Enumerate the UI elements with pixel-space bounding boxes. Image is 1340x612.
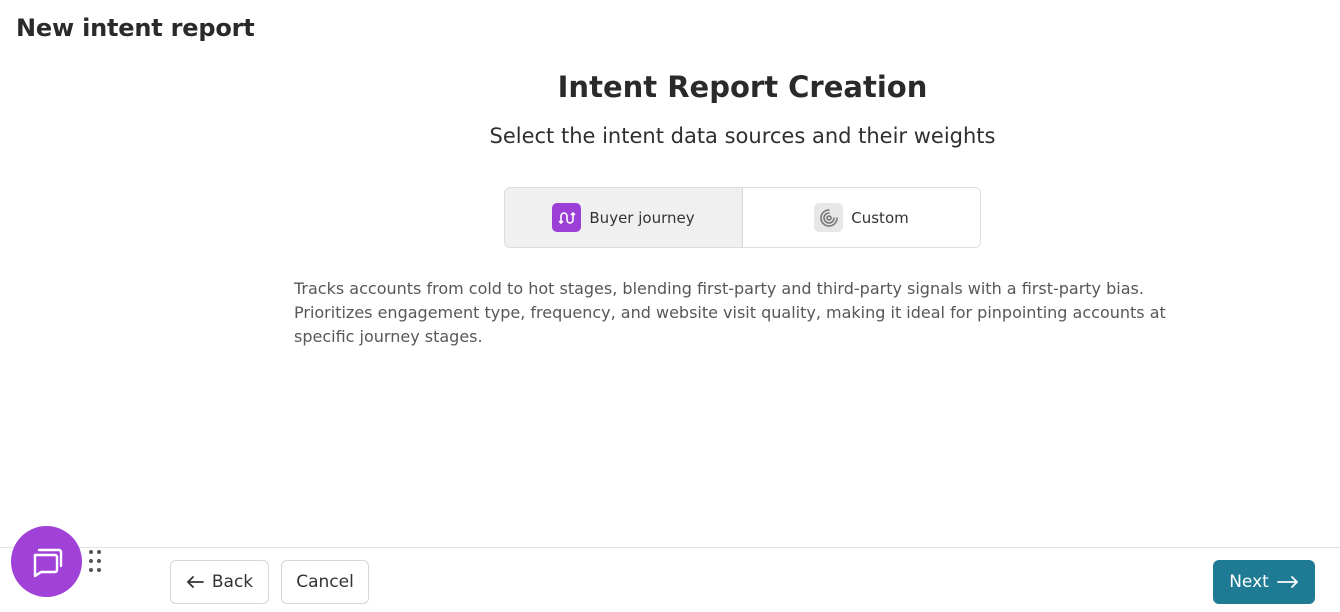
back-label: Back — [211, 572, 254, 592]
arrow-left-icon — [186, 576, 204, 588]
page-title: New intent report — [16, 14, 255, 42]
arrow-right-icon — [1276, 576, 1298, 588]
source-type-toggle: Buyer journey Custom — [504, 187, 981, 248]
page: New intent report Intent Report Creation… — [0, 0, 1340, 612]
target-icon — [814, 203, 844, 232]
chat-icon — [33, 548, 62, 577]
option-custom[interactable]: Custom — [743, 188, 980, 247]
option-description: Tracks accounts from cold to hot stages,… — [294, 279, 1166, 346]
drag-handle-icon[interactable] — [89, 550, 103, 574]
next-label: Next — [1229, 572, 1269, 592]
cancel-button[interactable]: Cancel — [281, 560, 369, 604]
buyer-journey-icon — [552, 203, 582, 232]
next-button[interactable]: Next — [1213, 560, 1315, 604]
chat-button[interactable] — [11, 526, 82, 597]
cancel-label: Cancel — [296, 572, 354, 592]
option-label: Buyer journey — [589, 208, 695, 227]
section-heading: Intent Report Creation — [557, 70, 928, 104]
option-buyer-journey[interactable]: Buyer journey — [505, 188, 743, 247]
footer-divider — [0, 547, 1340, 548]
section-subheading: Select the intent data sources and their… — [489, 124, 996, 148]
option-label: Custom — [851, 208, 909, 227]
back-button[interactable]: Back — [170, 560, 269, 604]
